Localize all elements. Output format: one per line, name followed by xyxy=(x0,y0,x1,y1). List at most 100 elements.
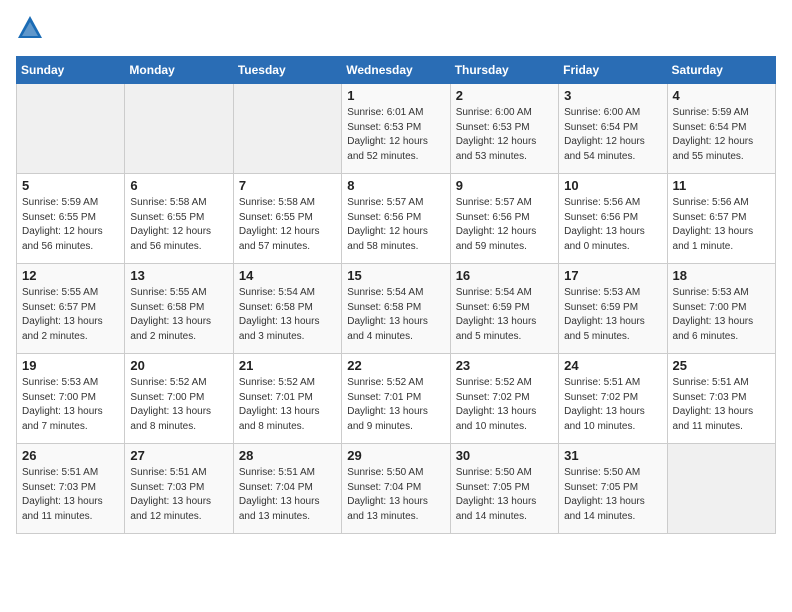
generalblue-logo-icon xyxy=(16,14,44,42)
day-info: Sunrise: 5:53 AM Sunset: 6:59 PM Dayligh… xyxy=(564,286,661,344)
weekday-header-row: SundayMondayTuesdayWednesdayThursdayFrid… xyxy=(17,57,776,84)
day-info: Sunrise: 5:59 AM Sunset: 6:54 PM Dayligh… xyxy=(673,106,770,164)
day-number: 27 xyxy=(130,448,227,463)
calendar-cell: 24 Sunrise: 5:51 AM Sunset: 7:02 PM Dayli… xyxy=(559,354,667,444)
day-number: 1 xyxy=(347,88,444,103)
day-number: 17 xyxy=(564,268,661,283)
weekday-header-tuesday: Tuesday xyxy=(233,57,341,84)
calendar-cell: 26Sunrise: 5:51 AM Sunset: 7:03 PM Dayli… xyxy=(17,444,125,534)
calendar-cell: 20 Sunrise: 5:52 AM Sunset: 7:00 PM Dayli… xyxy=(125,354,233,444)
weekday-header-friday: Friday xyxy=(559,57,667,84)
calendar-cell: 27 Sunrise: 5:51 AM Sunset: 7:03 PM Dayli… xyxy=(125,444,233,534)
calendar-cell: 23 Sunrise: 5:52 AM Sunset: 7:02 PM Dayli… xyxy=(450,354,558,444)
calendar-cell: 30 Sunrise: 5:50 AM Sunset: 7:05 PM Dayli… xyxy=(450,444,558,534)
day-number: 21 xyxy=(239,358,336,373)
calendar-cell: 10Sunrise: 5:56 AM Sunset: 6:56 PM Dayli… xyxy=(559,174,667,264)
day-number: 22 xyxy=(347,358,444,373)
calendar-cell: 21 Sunrise: 5:52 AM Sunset: 7:01 PM Dayli… xyxy=(233,354,341,444)
day-number: 29 xyxy=(347,448,444,463)
weekday-header-thursday: Thursday xyxy=(450,57,558,84)
day-info: Sunrise: 5:55 AM Sunset: 6:58 PM Dayligh… xyxy=(130,286,227,344)
day-info: Sunrise: 6:00 AM Sunset: 6:53 PM Dayligh… xyxy=(456,106,553,164)
day-info: Sunrise: 5:52 AM Sunset: 7:02 PM Dayligh… xyxy=(456,376,553,434)
day-info: Sunrise: 5:50 AM Sunset: 7:05 PM Dayligh… xyxy=(564,466,661,524)
calendar-cell: 31 Sunrise: 5:50 AM Sunset: 7:05 PM Dayli… xyxy=(559,444,667,534)
calendar-cell: 3 Sunrise: 6:00 AM Sunset: 6:54 PM Daylig… xyxy=(559,84,667,174)
day-number: 28 xyxy=(239,448,336,463)
day-number: 16 xyxy=(456,268,553,283)
day-info: Sunrise: 5:51 AM Sunset: 7:02 PM Dayligh… xyxy=(564,376,661,434)
day-info: Sunrise: 5:52 AM Sunset: 7:01 PM Dayligh… xyxy=(239,376,336,434)
day-info: Sunrise: 5:54 AM Sunset: 6:58 PM Dayligh… xyxy=(347,286,444,344)
calendar-cell: 9 Sunrise: 5:57 AM Sunset: 6:56 PM Daylig… xyxy=(450,174,558,264)
day-number: 11 xyxy=(673,178,770,193)
day-number: 12 xyxy=(22,268,119,283)
weekday-header-monday: Monday xyxy=(125,57,233,84)
day-number: 23 xyxy=(456,358,553,373)
calendar-body: 1Sunrise: 6:01 AM Sunset: 6:53 PM Daylig… xyxy=(17,84,776,534)
day-info: Sunrise: 5:51 AM Sunset: 7:03 PM Dayligh… xyxy=(673,376,770,434)
calendar-cell: 25 Sunrise: 5:51 AM Sunset: 7:03 PM Dayli… xyxy=(667,354,775,444)
calendar-cell: 8 Sunrise: 5:57 AM Sunset: 6:56 PM Daylig… xyxy=(342,174,450,264)
day-number: 3 xyxy=(564,88,661,103)
day-info: Sunrise: 5:57 AM Sunset: 6:56 PM Dayligh… xyxy=(456,196,553,254)
day-info: Sunrise: 5:50 AM Sunset: 7:05 PM Dayligh… xyxy=(456,466,553,524)
day-info: Sunrise: 5:54 AM Sunset: 6:59 PM Dayligh… xyxy=(456,286,553,344)
calendar-cell xyxy=(125,84,233,174)
day-number: 4 xyxy=(673,88,770,103)
day-number: 2 xyxy=(456,88,553,103)
calendar-cell: 28Sunrise: 5:51 AM Sunset: 7:04 PM Dayli… xyxy=(233,444,341,534)
day-info: Sunrise: 5:57 AM Sunset: 6:56 PM Dayligh… xyxy=(347,196,444,254)
day-info: Sunrise: 6:00 AM Sunset: 6:54 PM Dayligh… xyxy=(564,106,661,164)
day-info: Sunrise: 5:53 AM Sunset: 7:00 PM Dayligh… xyxy=(673,286,770,344)
day-info: Sunrise: 5:59 AM Sunset: 6:55 PM Dayligh… xyxy=(22,196,119,254)
day-number: 30 xyxy=(456,448,553,463)
day-number: 20 xyxy=(130,358,227,373)
logo xyxy=(16,16,48,44)
day-info: Sunrise: 5:50 AM Sunset: 7:04 PM Dayligh… xyxy=(347,466,444,524)
day-info: Sunrise: 5:52 AM Sunset: 7:01 PM Dayligh… xyxy=(347,376,444,434)
calendar-week-row: 1Sunrise: 6:01 AM Sunset: 6:53 PM Daylig… xyxy=(17,84,776,174)
calendar-cell: 18 Sunrise: 5:53 AM Sunset: 7:00 PM Dayli… xyxy=(667,264,775,354)
calendar-header: SundayMondayTuesdayWednesdayThursdayFrid… xyxy=(17,57,776,84)
calendar-cell: 16 Sunrise: 5:54 AM Sunset: 6:59 PM Dayli… xyxy=(450,264,558,354)
day-info: Sunrise: 5:52 AM Sunset: 7:00 PM Dayligh… xyxy=(130,376,227,434)
calendar-cell: 4 Sunrise: 5:59 AM Sunset: 6:54 PM Daylig… xyxy=(667,84,775,174)
calendar-week-row: 5Sunrise: 5:59 AM Sunset: 6:55 PM Daylig… xyxy=(17,174,776,264)
calendar-cell: 12 Sunrise: 5:55 AM Sunset: 6:57 PM Dayli… xyxy=(17,264,125,354)
calendar-cell: 2 Sunrise: 6:00 AM Sunset: 6:53 PM Daylig… xyxy=(450,84,558,174)
day-number: 25 xyxy=(673,358,770,373)
day-info: Sunrise: 5:56 AM Sunset: 6:57 PM Dayligh… xyxy=(673,196,770,254)
page-header xyxy=(16,16,776,44)
day-number: 18 xyxy=(673,268,770,283)
weekday-header-sunday: Sunday xyxy=(17,57,125,84)
weekday-header-wednesday: Wednesday xyxy=(342,57,450,84)
calendar-week-row: 12 Sunrise: 5:55 AM Sunset: 6:57 PM Dayli… xyxy=(17,264,776,354)
calendar-cell: 13 Sunrise: 5:55 AM Sunset: 6:58 PM Dayli… xyxy=(125,264,233,354)
calendar-cell: 17 Sunrise: 5:53 AM Sunset: 6:59 PM Dayli… xyxy=(559,264,667,354)
day-info: Sunrise: 5:58 AM Sunset: 6:55 PM Dayligh… xyxy=(130,196,227,254)
calendar-cell: 7Sunrise: 5:58 AM Sunset: 6:55 PM Daylig… xyxy=(233,174,341,264)
day-number: 19 xyxy=(22,358,119,373)
calendar-cell: 15Sunrise: 5:54 AM Sunset: 6:58 PM Dayli… xyxy=(342,264,450,354)
calendar-cell: 19 Sunrise: 5:53 AM Sunset: 7:00 PM Dayli… xyxy=(17,354,125,444)
day-number: 8 xyxy=(347,178,444,193)
weekday-header-saturday: Saturday xyxy=(667,57,775,84)
day-number: 24 xyxy=(564,358,661,373)
calendar-cell: 11 Sunrise: 5:56 AM Sunset: 6:57 PM Dayli… xyxy=(667,174,775,264)
day-info: Sunrise: 5:53 AM Sunset: 7:00 PM Dayligh… xyxy=(22,376,119,434)
day-number: 31 xyxy=(564,448,661,463)
day-number: 13 xyxy=(130,268,227,283)
day-info: Sunrise: 5:51 AM Sunset: 7:03 PM Dayligh… xyxy=(22,466,119,524)
calendar-cell: 6 Sunrise: 5:58 AM Sunset: 6:55 PM Daylig… xyxy=(125,174,233,264)
calendar-cell xyxy=(17,84,125,174)
calendar-cell: 22 Sunrise: 5:52 AM Sunset: 7:01 PM Dayli… xyxy=(342,354,450,444)
calendar-cell xyxy=(233,84,341,174)
day-info: Sunrise: 5:55 AM Sunset: 6:57 PM Dayligh… xyxy=(22,286,119,344)
day-number: 6 xyxy=(130,178,227,193)
day-number: 14 xyxy=(239,268,336,283)
day-number: 9 xyxy=(456,178,553,193)
calendar-cell: 1Sunrise: 6:01 AM Sunset: 6:53 PM Daylig… xyxy=(342,84,450,174)
day-info: Sunrise: 5:56 AM Sunset: 6:56 PM Dayligh… xyxy=(564,196,661,254)
day-info: Sunrise: 5:51 AM Sunset: 7:03 PM Dayligh… xyxy=(130,466,227,524)
